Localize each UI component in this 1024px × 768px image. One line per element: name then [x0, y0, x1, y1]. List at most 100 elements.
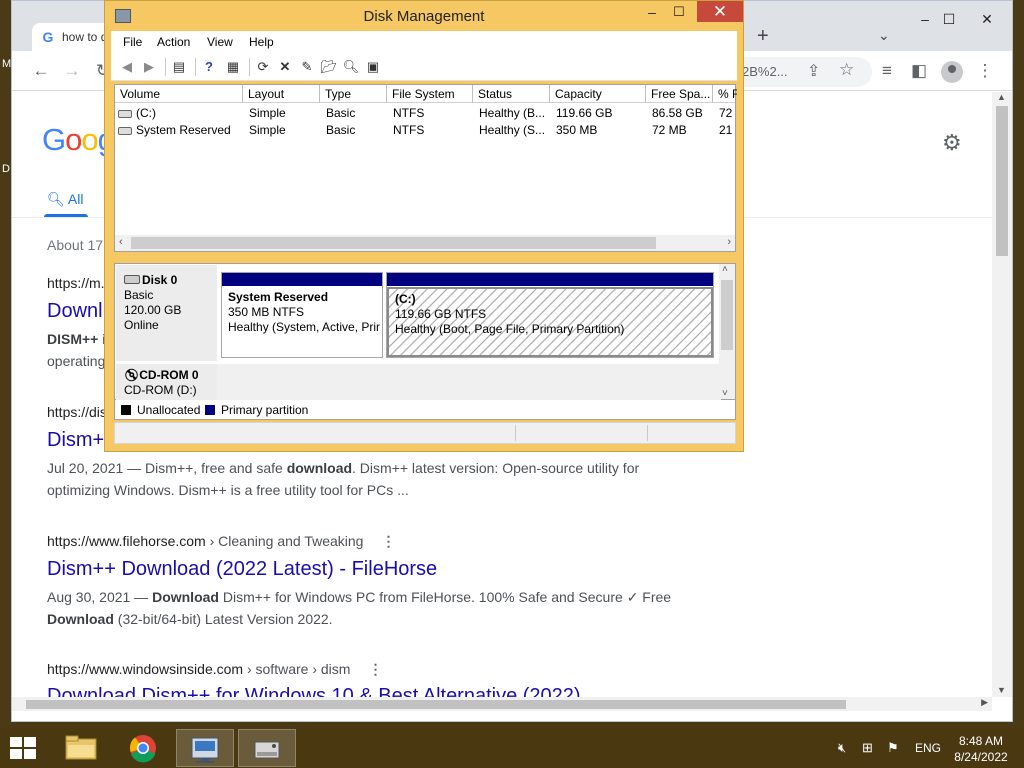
col-file-system[interactable]: File System — [387, 85, 473, 103]
disk-properties-icon[interactable]: ▣ — [363, 57, 383, 77]
new-tab-button[interactable]: + — [757, 25, 769, 48]
input-language-indicator[interactable]: ENG — [915, 741, 941, 755]
scroll-right-arrow-icon[interactable]: ▶ — [981, 697, 988, 708]
google-favicon-icon: G — [42, 29, 54, 45]
result-3-title[interactable]: Dism++ Download (2022 Latest) - FileHors… — [47, 558, 437, 581]
partition-c-drive[interactable]: (C:) 119.66 GB NTFS Healthy (Boot, Page … — [386, 272, 714, 358]
disk-0-label[interactable]: Disk 0 Basic 120.00 GB Online — [116, 265, 217, 361]
computer-management-taskbar-button[interactable] — [176, 729, 234, 767]
legend-primary-partition: Primary partition — [221, 403, 309, 417]
col-layout[interactable]: Layout — [243, 85, 320, 103]
taskbar: 🔇︎ ⊞ ⚑ ENG 8:48 AM 8/24/2022 — [0, 728, 1024, 768]
percent-free-cell: 21 — [719, 123, 733, 137]
menu-view[interactable]: View — [207, 35, 233, 49]
result-4-more-icon[interactable]: ⋮ — [368, 661, 382, 678]
result-3-more-icon[interactable]: ⋮ — [381, 533, 395, 550]
tab-search-button[interactable]: ⌄ — [878, 27, 890, 44]
search-tab-all[interactable]: 🔍︎ All — [47, 191, 83, 208]
dm-close-button[interactable]: ✕ — [697, 1, 743, 22]
forward-arrow-icon[interactable]: → — [61, 61, 83, 81]
back-arrow-icon[interactable]: ← — [30, 61, 52, 81]
chrome-maximize-button[interactable]: ☐ — [934, 11, 964, 28]
file-explorer-taskbar-button[interactable] — [52, 729, 110, 767]
settings-gear-icon[interactable]: ⚙ — [942, 130, 962, 156]
folder-icon — [65, 735, 97, 760]
volume-list-horizontal-scrollbar[interactable]: ‹ › — [115, 235, 735, 251]
disk-view-scroll-thumb[interactable] — [721, 280, 733, 350]
forward-icon[interactable]: ▶ — [139, 57, 159, 77]
scroll-down-arrow-icon[interactable]: ▼ — [997, 685, 1006, 695]
disk-view-vertical-scrollbar[interactable]: ˄ ˅ — [719, 264, 735, 399]
explore-icon[interactable]: 🔍︎ — [341, 57, 361, 77]
page-vertical-scroll-thumb[interactable] — [996, 106, 1008, 256]
disk-management-taskbar-button[interactable] — [238, 729, 296, 767]
side-panel-icon[interactable]: ◧ — [908, 61, 930, 81]
chrome-close-button[interactable]: ✕ — [972, 11, 1002, 28]
type-cell: Basic — [326, 106, 356, 120]
col-free-space[interactable]: Free Spa... — [646, 85, 713, 103]
properties-pane-icon[interactable]: ▦ — [223, 57, 243, 77]
col-percent-free[interactable]: % F — [713, 85, 737, 103]
bookmark-star-icon[interactable]: ☆ — [839, 60, 854, 80]
status-divider — [647, 425, 648, 441]
volume-muted-icon[interactable]: 🔇︎ — [838, 740, 846, 756]
result-4-cite[interactable]: https://www.windowsinside.com › software… — [47, 661, 382, 678]
chrome-menu-icon[interactable]: ⋮ — [974, 61, 996, 81]
system-clock[interactable]: 8:48 AM 8/24/2022 — [950, 733, 1012, 765]
result-2-title[interactable]: Dism+ — [47, 429, 104, 452]
partition-color-bar — [222, 273, 382, 286]
volume-list-scroll-thumb[interactable] — [131, 237, 656, 249]
toolbar-separator — [249, 58, 250, 76]
result-4-title[interactable]: Download Dism++ for Windows 10 & Best Al… — [47, 685, 581, 697]
start-button[interactable] — [10, 737, 38, 761]
show-hide-console-tree-icon[interactable]: ▤ — [169, 57, 189, 77]
help-icon[interactable]: ? — [199, 57, 219, 77]
partition-size: 119.66 GB NTFS — [395, 307, 487, 321]
result-3-cite[interactable]: https://www.filehorse.com › Cleaning and… — [47, 533, 395, 550]
scroll-down-arrow-icon[interactable]: ˅ — [722, 388, 728, 399]
profile-avatar-icon[interactable] — [941, 61, 963, 83]
reading-list-icon[interactable]: ≡ — [876, 61, 898, 81]
volume-list: Volume Layout Type File System Status Ca… — [114, 84, 737, 252]
page-vertical-scrollbar[interactable]: ▲ ▼ — [992, 92, 1012, 697]
dm-minimize-button[interactable]: – — [639, 4, 665, 20]
volume-row[interactable]: (C:) Simple Basic NTFS Healthy (B... 119… — [115, 105, 735, 122]
scroll-right-arrow-icon[interactable]: › — [727, 236, 731, 248]
col-capacity[interactable]: Capacity — [550, 85, 646, 103]
dm-title-bar[interactable]: Disk Management – ☐ ✕ — [105, 1, 743, 31]
properties-icon[interactable]: ✎ — [297, 57, 317, 77]
page-horizontal-scroll-thumb[interactable] — [26, 700, 846, 709]
disk-legend: Unallocated Primary partition — [114, 400, 736, 420]
cdrom-media-area[interactable] — [217, 364, 721, 400]
scroll-left-arrow-icon[interactable]: ‹ — [119, 236, 123, 248]
volume-row[interactable]: System Reserved Simple Basic NTFS Health… — [115, 122, 735, 139]
refresh-icon[interactable]: ⟳ — [253, 57, 273, 77]
page-horizontal-scrollbar[interactable]: ▶ — [12, 697, 992, 711]
cdrom-icon: 💿︎ — [124, 368, 140, 382]
open-folder-icon[interactable]: 📂︎ — [319, 57, 339, 77]
share-icon[interactable]: ⇪ — [807, 61, 820, 81]
scroll-up-arrow-icon[interactable]: ▲ — [997, 92, 1006, 102]
menu-help[interactable]: Help — [249, 35, 274, 49]
delete-icon[interactable]: ✕ — [275, 57, 295, 77]
clock-date: 8/24/2022 — [954, 750, 1008, 764]
menu-file[interactable]: File — [123, 35, 142, 49]
dm-maximize-button[interactable]: ☐ — [666, 4, 692, 20]
result-1-title[interactable]: Downl — [47, 300, 103, 323]
partition-system-reserved[interactable]: System Reserved 350 MB NTFS Healthy (Sys… — [221, 272, 383, 358]
cdrom-0-label[interactable]: 💿︎CD-ROM 0 CD-ROM (D:) — [116, 364, 217, 400]
action-center-flag-icon[interactable]: ⚑ — [887, 740, 899, 756]
col-volume[interactable]: Volume — [115, 85, 243, 103]
network-icon[interactable]: ⊞ — [862, 740, 873, 756]
desktop-icon-label-top: M — [2, 58, 12, 70]
back-icon[interactable]: ◀ — [117, 57, 137, 77]
scroll-up-arrow-icon[interactable]: ˄ — [722, 264, 728, 275]
result-1-cite[interactable]: https://m. — [47, 275, 105, 291]
chrome-taskbar-button[interactable] — [114, 729, 172, 767]
menu-action[interactable]: Action — [157, 35, 190, 49]
col-status[interactable]: Status — [473, 85, 550, 103]
address-bar-text: 2B%2... — [742, 64, 788, 79]
result-2-cite[interactable]: https://dis — [47, 404, 107, 420]
free-space-cell: 86.58 GB — [652, 106, 703, 120]
col-type[interactable]: Type — [320, 85, 387, 103]
